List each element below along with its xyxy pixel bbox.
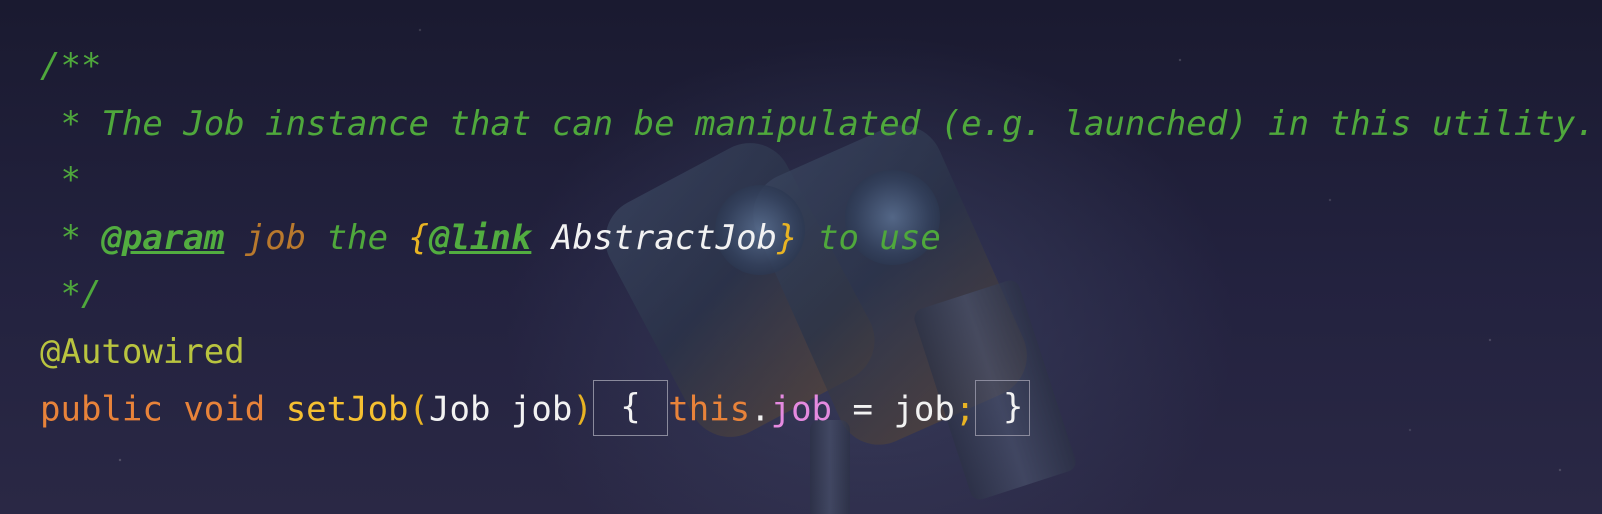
paren-open: ( xyxy=(408,389,429,430)
method-declaration-line: public void setJob(Job job) { this.job =… xyxy=(40,380,1031,436)
javadoc-param-the: the xyxy=(306,218,409,258)
javadoc-blank: * xyxy=(40,160,81,200)
fold-close-brace[interactable]: } xyxy=(975,380,1031,436)
javadoc-open-line: /** xyxy=(40,44,101,88)
javadoc-param-tag: @param xyxy=(101,218,225,258)
javadoc-param-prefix: * xyxy=(40,218,102,258)
code-editor[interactable]: /** * The Job instance that can be manip… xyxy=(0,0,1602,514)
javadoc-space xyxy=(224,218,244,258)
this-keyword: this xyxy=(668,389,751,430)
javadoc-link-target[interactable]: AbstractJob xyxy=(552,218,777,258)
javadoc-close: */ xyxy=(40,274,102,314)
javadoc-param-rest: to use xyxy=(797,218,941,258)
dot: . xyxy=(750,389,771,430)
void-keyword: void xyxy=(183,389,266,430)
javadoc-summary-line: * The Job instance that can be manipulat… xyxy=(40,102,1596,146)
javadoc-param-name: job xyxy=(244,218,307,258)
javadoc-link-open: { xyxy=(408,218,429,258)
param-name: job xyxy=(510,389,573,430)
javadoc-blank-line: * xyxy=(40,158,81,202)
annotation-line: @Autowired xyxy=(40,330,245,374)
javadoc-close-line: */ xyxy=(40,272,101,316)
public-keyword: public xyxy=(40,389,163,430)
paren-close: ) xyxy=(572,389,593,430)
autowired-annotation[interactable]: @Autowired xyxy=(40,332,245,372)
javadoc-link-space xyxy=(531,218,551,258)
javadoc-link-tag: @link xyxy=(429,218,532,258)
assign-operator: = xyxy=(832,389,894,430)
javadoc-summary: * The Job instance that can be manipulat… xyxy=(40,104,1596,144)
field-job[interactable]: job xyxy=(771,390,832,430)
javadoc-param-line: * @param job the {@link AbstractJob} to … xyxy=(40,216,941,260)
semicolon: ; xyxy=(954,389,976,430)
javadoc-open: /** xyxy=(40,46,102,86)
method-name[interactable]: setJob xyxy=(286,390,409,430)
javadoc-link-close: } xyxy=(777,218,798,258)
fold-open-brace[interactable]: { xyxy=(592,380,669,436)
param-type[interactable]: Job xyxy=(429,390,490,430)
assign-value: job xyxy=(893,389,955,430)
